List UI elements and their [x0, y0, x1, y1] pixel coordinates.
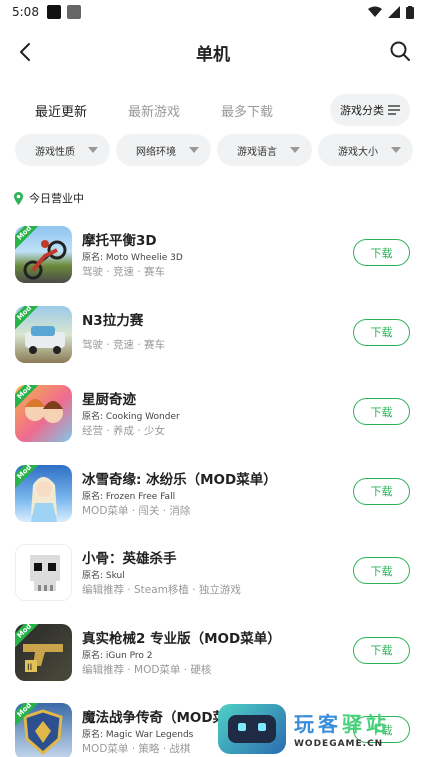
filter-label: 游戏语言: [237, 146, 277, 158]
game-tags: 驾驶 · 竞速 · 赛车: [82, 266, 166, 278]
game-original-name: 原名: Moto Wheelie 3D: [82, 253, 183, 263]
game-thumbnail: II Mod: [15, 623, 72, 681]
watermark-en: WODEGAME.CN: [294, 739, 384, 749]
section-title: 今日营业中: [29, 192, 84, 205]
notification-icon-2: [66, 5, 81, 19]
game-tags: MOD菜单 · 策略 · 战棋: [82, 743, 191, 755]
download-button[interactable]: 下载: [353, 636, 410, 664]
location-pin-icon: [14, 191, 23, 205]
skull-icon: [30, 555, 60, 591]
download-button[interactable]: 下载: [353, 557, 410, 584]
tab-newest-games[interactable]: 最新游戏: [128, 101, 180, 120]
list-item[interactable]: Mod 星厨奇迹 原名: Cooking Wonder 经营 · 养成 · 少女…: [0, 383, 426, 463]
game-tags: 编辑推荐 · Steam移植 · 独立游戏: [82, 584, 241, 596]
game-original-name: 原名: Cooking Wonder: [82, 412, 180, 422]
watermark-text: 玩客驿站 WODEGAME.CN: [294, 708, 390, 749]
game-tags: 编辑推荐 · MOD菜单 · 硬核: [82, 663, 212, 676]
game-original-name: 原名: Frozen Free Fall: [82, 491, 176, 502]
game-tags: 驾驶 · 竞速 · 赛车: [82, 338, 166, 351]
list-item[interactable]: Mod 冰雪奇缘: 冰纷乐（MOD菜单） 原名: Frozen Free Fal…: [0, 463, 426, 543]
filter-network[interactable]: 网络环境: [116, 134, 211, 166]
nav-bar: 单机: [0, 24, 426, 80]
watermark-logo: [218, 703, 286, 754]
game-category-button[interactable]: 游戏分类: [330, 94, 410, 126]
download-button[interactable]: 下载: [353, 477, 410, 505]
watermark-cn-part2: 驿站: [342, 712, 390, 736]
signal-icon: [388, 6, 400, 18]
filter-language[interactable]: 游戏语言: [217, 134, 312, 166]
game-original-name: 原名: Skul: [82, 571, 125, 581]
game-thumbnail: Mod: [15, 226, 72, 283]
game-list: Mod 摩托平衡3D 原名: Moto Wheelie 3D 驾驶 · 竞速 ·…: [0, 224, 426, 757]
status-icons: [368, 5, 414, 19]
caret-down-icon: [88, 147, 98, 153]
list-item[interactable]: Mod 摩托平衡3D 原名: Moto Wheelie 3D 驾驶 · 竞速 ·…: [0, 224, 426, 304]
download-button[interactable]: 下载: [353, 318, 410, 346]
caret-down-icon: [290, 147, 300, 153]
wifi-icon: [368, 6, 382, 17]
game-thumbnail: Mod: [15, 464, 72, 522]
game-title: 冰雪奇缘: 冰纷乐（MOD菜单）: [82, 471, 277, 488]
game-thumbnail: Mod: [15, 305, 72, 363]
game-title: 小骨：英雄杀手: [82, 551, 177, 567]
game-title: N3拉力赛: [82, 312, 144, 329]
status-bar: 5:08: [0, 0, 426, 24]
svg-text:II: II: [27, 663, 32, 673]
site-watermark: 玩客驿站 WODEGAME.CN: [218, 700, 426, 757]
battery-icon: [406, 5, 414, 19]
game-thumbnail: Mod: [15, 385, 72, 442]
game-title: 真实枪械2 专业版（MOD菜单）: [82, 630, 281, 647]
list-item[interactable]: 小骨：英雄杀手 原名: Skul 编辑推荐 · Steam移植 · 独立游戏 下…: [0, 542, 426, 622]
caret-down-icon: [391, 147, 401, 153]
menu-lines-icon: [388, 105, 400, 115]
robot-face-icon: [228, 714, 276, 743]
search-icon[interactable]: [388, 39, 412, 63]
filter-bar: 游戏性质 网络环境 游戏语言 游戏大小: [15, 134, 413, 166]
game-tags: MOD菜单 · 闯关 · 消除: [82, 504, 191, 517]
caret-down-icon: [189, 147, 199, 153]
watermark-cn: 玩客驿站: [294, 708, 390, 737]
list-item[interactable]: Mod N3拉力赛 驾驶 · 竞速 · 赛车 下载: [0, 304, 426, 384]
section-header: 今日营业中: [14, 190, 84, 206]
filter-label: 游戏性质: [35, 146, 75, 158]
game-title: 摩托平衡3D: [82, 233, 157, 249]
notification-icon: [46, 5, 61, 19]
download-button[interactable]: 下载: [353, 239, 410, 266]
tab-most-downloads[interactable]: 最多下载: [221, 101, 273, 120]
page-title: 单机: [196, 44, 230, 65]
list-item[interactable]: II Mod 真实枪械2 专业版（MOD菜单） 原名: iGun Pro 2 编…: [0, 622, 426, 702]
game-tags: 经营 · 养成 · 少女: [82, 425, 166, 437]
back-arrow-icon[interactable]: [14, 40, 38, 64]
filter-game-nature[interactable]: 游戏性质: [15, 134, 110, 166]
filter-label: 游戏大小: [338, 146, 378, 158]
game-title: 星厨奇迹: [82, 392, 136, 408]
game-original-name: 原名: iGun Pro 2: [82, 650, 153, 661]
sort-tabs: 最近更新 最新游戏 最多下载 游戏分类: [0, 92, 426, 128]
filter-size[interactable]: 游戏大小: [318, 134, 413, 166]
game-original-name: 原名: Magic War Legends: [82, 730, 194, 740]
watermark-cn-part1: 玩客: [294, 712, 342, 736]
game-thumbnail: Mod: [15, 703, 72, 757]
tab-recent-updates[interactable]: 最近更新: [35, 101, 88, 120]
game-category-label: 游戏分类: [340, 104, 384, 117]
status-time: 5:08: [12, 5, 39, 19]
game-thumbnail: [15, 544, 72, 601]
download-button[interactable]: 下载: [353, 398, 410, 425]
filter-label: 网络环境: [136, 146, 176, 158]
